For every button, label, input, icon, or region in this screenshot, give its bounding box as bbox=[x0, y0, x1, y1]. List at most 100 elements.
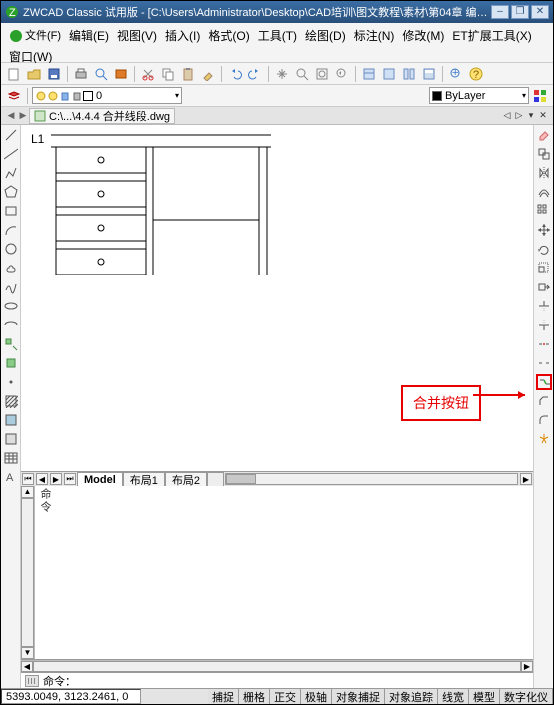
status-ortho[interactable]: 正交 bbox=[270, 689, 301, 704]
help-icon[interactable]: ? bbox=[467, 65, 485, 83]
cut-icon[interactable] bbox=[139, 65, 157, 83]
fillet-icon[interactable] bbox=[536, 412, 552, 428]
tool-palettes-icon[interactable] bbox=[400, 65, 418, 83]
menu-insert[interactable]: 插入(I) bbox=[161, 25, 204, 46]
doc-prev-icon[interactable]: ◀ bbox=[5, 110, 17, 121]
layer-manager-icon[interactable] bbox=[5, 87, 23, 105]
rect-icon[interactable] bbox=[3, 203, 19, 219]
menu-tools[interactable]: 工具(T) bbox=[254, 25, 301, 46]
publish-icon[interactable] bbox=[112, 65, 130, 83]
chamfer-icon[interactable] bbox=[536, 393, 552, 409]
hscroll-right-icon[interactable]: ▶ bbox=[520, 473, 532, 485]
doc-prev2-icon[interactable]: ◁ bbox=[501, 110, 513, 121]
close-button[interactable]: ✕ bbox=[531, 5, 549, 19]
tab-next-icon[interactable]: ▶ bbox=[50, 473, 62, 485]
arc-icon[interactable] bbox=[3, 222, 19, 238]
rotate-icon[interactable] bbox=[536, 241, 552, 257]
menu-extend[interactable]: ET扩展工具(X) bbox=[448, 25, 535, 46]
doc-next-icon[interactable]: ▶ bbox=[17, 110, 29, 121]
tab-first-icon[interactable]: ⏮ bbox=[22, 473, 34, 485]
ellipse-icon[interactable] bbox=[3, 298, 19, 314]
erase-icon[interactable] bbox=[536, 127, 552, 143]
join-icon[interactable] bbox=[536, 374, 552, 390]
scale-icon[interactable] bbox=[536, 260, 552, 276]
redo-icon[interactable] bbox=[246, 65, 264, 83]
trim-icon[interactable] bbox=[536, 298, 552, 314]
calc-icon[interactable] bbox=[420, 65, 438, 83]
xline-icon[interactable] bbox=[3, 146, 19, 162]
restore-button[interactable]: ❐ bbox=[511, 5, 529, 19]
doc-next2-icon[interactable]: ▷ bbox=[513, 110, 525, 121]
ellipse-arc-icon[interactable] bbox=[3, 317, 19, 333]
save-icon[interactable] bbox=[45, 65, 63, 83]
offset-icon[interactable] bbox=[536, 184, 552, 200]
menu-modify[interactable]: 修改(M) bbox=[398, 25, 448, 46]
tab-prev-icon[interactable]: ◀ bbox=[36, 473, 48, 485]
status-snap[interactable]: 捕捉 bbox=[208, 689, 239, 704]
zoom-window-icon[interactable] bbox=[313, 65, 331, 83]
menu-edit[interactable]: 编辑(E) bbox=[65, 25, 113, 46]
menu-view[interactable]: 视图(V) bbox=[113, 25, 161, 46]
gradient-icon[interactable] bbox=[3, 412, 19, 428]
make-block-icon[interactable] bbox=[3, 355, 19, 371]
zoom-realtime-icon[interactable] bbox=[293, 65, 311, 83]
break-icon[interactable] bbox=[536, 355, 552, 371]
zoom-extents-icon[interactable]: + bbox=[447, 65, 465, 83]
copy-icon[interactable] bbox=[159, 65, 177, 83]
new-icon[interactable] bbox=[5, 65, 23, 83]
tab-last-icon[interactable]: ⏭ bbox=[64, 473, 76, 485]
tab-layout1[interactable]: 布局1 bbox=[123, 472, 165, 486]
polygon-icon[interactable] bbox=[3, 184, 19, 200]
extend-icon[interactable] bbox=[536, 317, 552, 333]
doc-min-icon[interactable]: ▾ bbox=[525, 110, 537, 121]
region-icon[interactable] bbox=[3, 431, 19, 447]
hatch-icon[interactable] bbox=[3, 393, 19, 409]
minimize-button[interactable]: – bbox=[491, 5, 509, 19]
undo-icon[interactable] bbox=[226, 65, 244, 83]
command-line[interactable]: 命令： bbox=[21, 672, 533, 688]
design-center-icon[interactable] bbox=[380, 65, 398, 83]
stretch-icon[interactable] bbox=[536, 279, 552, 295]
menu-draw[interactable]: 绘图(D) bbox=[301, 25, 350, 46]
status-polar[interactable]: 极轴 bbox=[301, 689, 332, 704]
doc-close-icon[interactable]: ✕ bbox=[537, 110, 549, 121]
doc-tab[interactable]: C:\...\4.4.4 合并线段.dwg bbox=[29, 108, 175, 124]
zoom-prev-icon[interactable] bbox=[333, 65, 351, 83]
copy-obj-icon[interactable] bbox=[536, 146, 552, 162]
tab-layout2[interactable]: 布局2 bbox=[165, 472, 207, 486]
status-otrack[interactable]: 对象追踪 bbox=[385, 689, 438, 704]
command-window[interactable]: ▲▼ 命令 bbox=[21, 486, 533, 660]
menu-file[interactable]: 文件(F) bbox=[5, 25, 65, 45]
paste-icon[interactable] bbox=[179, 65, 197, 83]
pan-icon[interactable] bbox=[273, 65, 291, 83]
circle-icon[interactable] bbox=[3, 241, 19, 257]
pline-icon[interactable] bbox=[3, 165, 19, 181]
cmd-vscroll[interactable]: ▲▼ bbox=[21, 486, 35, 659]
status-lw[interactable]: 线宽 bbox=[438, 689, 469, 704]
tab-model[interactable]: Model bbox=[77, 472, 123, 486]
status-dyn[interactable]: 数字化仪 bbox=[500, 689, 553, 704]
status-model[interactable]: 模型 bbox=[469, 689, 500, 704]
move-icon[interactable] bbox=[536, 222, 552, 238]
canvas-hscroll[interactable] bbox=[225, 473, 518, 485]
spline-icon[interactable] bbox=[3, 279, 19, 295]
point-icon[interactable] bbox=[3, 374, 19, 390]
menu-annotate[interactable]: 标注(N) bbox=[350, 25, 399, 46]
insert-block-icon[interactable] bbox=[3, 336, 19, 352]
mirror-icon[interactable] bbox=[536, 165, 552, 181]
color-dialog-icon[interactable] bbox=[531, 87, 549, 105]
preview-icon[interactable] bbox=[92, 65, 110, 83]
mtext-icon[interactable]: A bbox=[3, 469, 19, 485]
table-icon[interactable] bbox=[3, 450, 19, 466]
open-icon[interactable] bbox=[25, 65, 43, 83]
matchprop-icon[interactable] bbox=[199, 65, 217, 83]
print-icon[interactable] bbox=[72, 65, 90, 83]
break-point-icon[interactable] bbox=[536, 336, 552, 352]
drawing-canvas[interactable]: L1 L2 X Y bbox=[21, 125, 533, 472]
line-icon[interactable] bbox=[3, 127, 19, 143]
array-icon[interactable] bbox=[536, 203, 552, 219]
explode-icon[interactable] bbox=[536, 431, 552, 447]
cmd-grip-icon[interactable] bbox=[25, 675, 39, 687]
status-grid[interactable]: 栅格 bbox=[239, 689, 270, 704]
status-osnap[interactable]: 对象捕捉 bbox=[332, 689, 385, 704]
